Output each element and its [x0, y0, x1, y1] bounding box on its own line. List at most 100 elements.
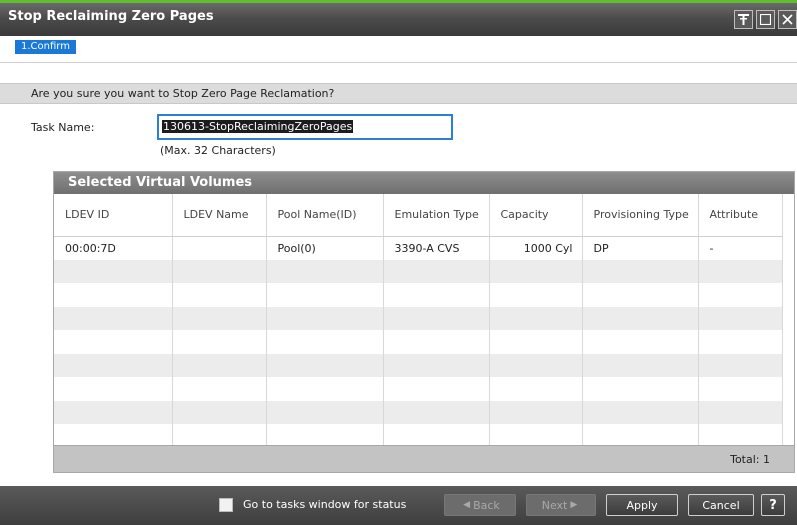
table-cell-empty: [54, 377, 173, 401]
table-cell-empty: [582, 283, 699, 307]
table-row-empty: [54, 377, 783, 401]
cell-capacity: 1000 Cyl: [489, 236, 583, 260]
chevron-left-icon: ◀: [463, 500, 471, 510]
task-name-input[interactable]: 130613-StopReclaimingZeroPages: [157, 114, 453, 140]
table-cell-empty: [266, 306, 384, 330]
table-row-empty: [54, 330, 783, 354]
table-row-empty: [54, 283, 783, 307]
close-icon[interactable]: [778, 10, 797, 29]
table-cell-empty: [172, 330, 267, 354]
table-cell-empty: [489, 259, 583, 283]
table-cell-empty: [383, 353, 490, 377]
table-cell-empty: [582, 377, 699, 401]
cell-attribute: -: [698, 236, 783, 260]
table-row-empty: [54, 353, 783, 377]
selected-virtual-volumes-panel: Selected Virtual Volumes LDEV ID LDEV Na…: [53, 171, 795, 473]
table-row-empty: [54, 259, 783, 283]
table-cell-empty: [582, 306, 699, 330]
table-cell-empty: [266, 377, 384, 401]
table-row-empty: [54, 424, 783, 448]
table-cell-empty: [698, 330, 783, 354]
table-cell-empty: [489, 306, 583, 330]
table-cell-empty: [698, 259, 783, 283]
table-cell-empty: [383, 306, 490, 330]
table-cell-empty: [266, 283, 384, 307]
table-header-row: LDEV ID LDEV Name Pool Name(ID) Emulatio…: [54, 194, 783, 237]
cell-ldev-name: [172, 236, 267, 260]
cell-provisioning-type: DP: [582, 236, 699, 260]
column-header[interactable]: LDEV ID: [54, 194, 173, 237]
table-footer: Total: 1: [54, 445, 794, 472]
table-row[interactable]: 00:00:7D Pool(0) 3390-A CVS 1000 Cyl DP …: [54, 236, 783, 260]
table-cell-empty: [383, 377, 490, 401]
help-icon: ?: [769, 497, 777, 513]
dialog-title: Stop Reclaiming Zero Pages: [8, 9, 214, 24]
confirmation-question: Are you sure you want to Stop Zero Page …: [31, 87, 335, 100]
table-cell-empty: [266, 259, 384, 283]
column-header[interactable]: Pool Name(ID): [266, 194, 384, 237]
table-cell-empty: [383, 259, 490, 283]
apply-button[interactable]: Apply: [606, 494, 678, 516]
pin-icon[interactable]: [734, 10, 753, 29]
table-cell-empty: [54, 330, 173, 354]
table-cell-empty: [489, 353, 583, 377]
back-button[interactable]: ◀ Back: [444, 494, 516, 516]
table-cell-empty: [698, 400, 783, 424]
task-name-value: 130613-StopReclaimingZeroPages: [162, 120, 354, 133]
table-row-empty: [54, 306, 783, 330]
next-button-label: Next: [541, 498, 568, 512]
maximize-icon[interactable]: [756, 10, 775, 29]
table-cell-empty: [489, 424, 583, 448]
back-button-label: Back: [473, 498, 500, 512]
table-cell-empty: [172, 283, 267, 307]
table-cell-empty: [172, 259, 267, 283]
cell-pool-name: Pool(0): [266, 236, 384, 260]
apply-button-label: Apply: [626, 498, 658, 512]
table-cell-empty: [172, 353, 267, 377]
wizard-steps: 1.Confirm: [0, 36, 797, 63]
table-cell-empty: [54, 353, 173, 377]
table-cell-empty: [383, 424, 490, 448]
next-button[interactable]: Next ▶: [526, 494, 596, 516]
table-cell-empty: [698, 377, 783, 401]
table-cell-empty: [266, 330, 384, 354]
panel-title: Selected Virtual Volumes: [54, 172, 794, 194]
total-label: Total:: [730, 453, 760, 466]
cell-ldev-id: 00:00:7D: [54, 236, 173, 260]
tasks-window-checkbox-label[interactable]: Go to tasks window for status: [243, 498, 406, 511]
total-count: Total: 1: [730, 453, 770, 466]
table-cell-empty: [489, 330, 583, 354]
dialog-titlebar: Stop Reclaiming Zero Pages: [0, 0, 797, 36]
table-cell-empty: [489, 377, 583, 401]
column-header[interactable]: Emulation Type: [383, 194, 490, 237]
action-bar: Go to tasks window for status ◀ Back Nex…: [0, 486, 797, 525]
table-cell-empty: [266, 424, 384, 448]
chevron-right-icon: ▶: [570, 500, 578, 510]
table-row-empty: [54, 400, 783, 424]
table-cell-empty: [172, 424, 267, 448]
cancel-button[interactable]: Cancel: [688, 494, 754, 516]
table-cell-empty: [266, 400, 384, 424]
step-confirm: 1.Confirm: [15, 40, 76, 54]
task-name-label: Task Name:: [31, 121, 95, 134]
table-cell-empty: [383, 400, 490, 424]
cancel-button-label: Cancel: [702, 498, 740, 512]
table-cell-empty: [54, 400, 173, 424]
help-button[interactable]: ?: [761, 494, 785, 516]
column-header[interactable]: Attribute: [698, 194, 783, 237]
window-controls: [734, 10, 797, 29]
table-cell-empty: [172, 400, 267, 424]
column-header[interactable]: LDEV Name: [172, 194, 267, 237]
column-header[interactable]: Capacity: [489, 194, 583, 237]
column-header[interactable]: Provisioning Type: [582, 194, 699, 237]
table-cell-empty: [54, 306, 173, 330]
table-cell-empty: [582, 330, 699, 354]
tasks-window-checkbox[interactable]: [219, 498, 233, 512]
table-cell-empty: [54, 283, 173, 307]
table-cell-empty: [54, 424, 173, 448]
table-cell-empty: [489, 283, 583, 307]
table-cell-empty: [172, 377, 267, 401]
table-cell-empty: [172, 306, 267, 330]
table-cell-empty: [383, 283, 490, 307]
table-cell-empty: [582, 400, 699, 424]
